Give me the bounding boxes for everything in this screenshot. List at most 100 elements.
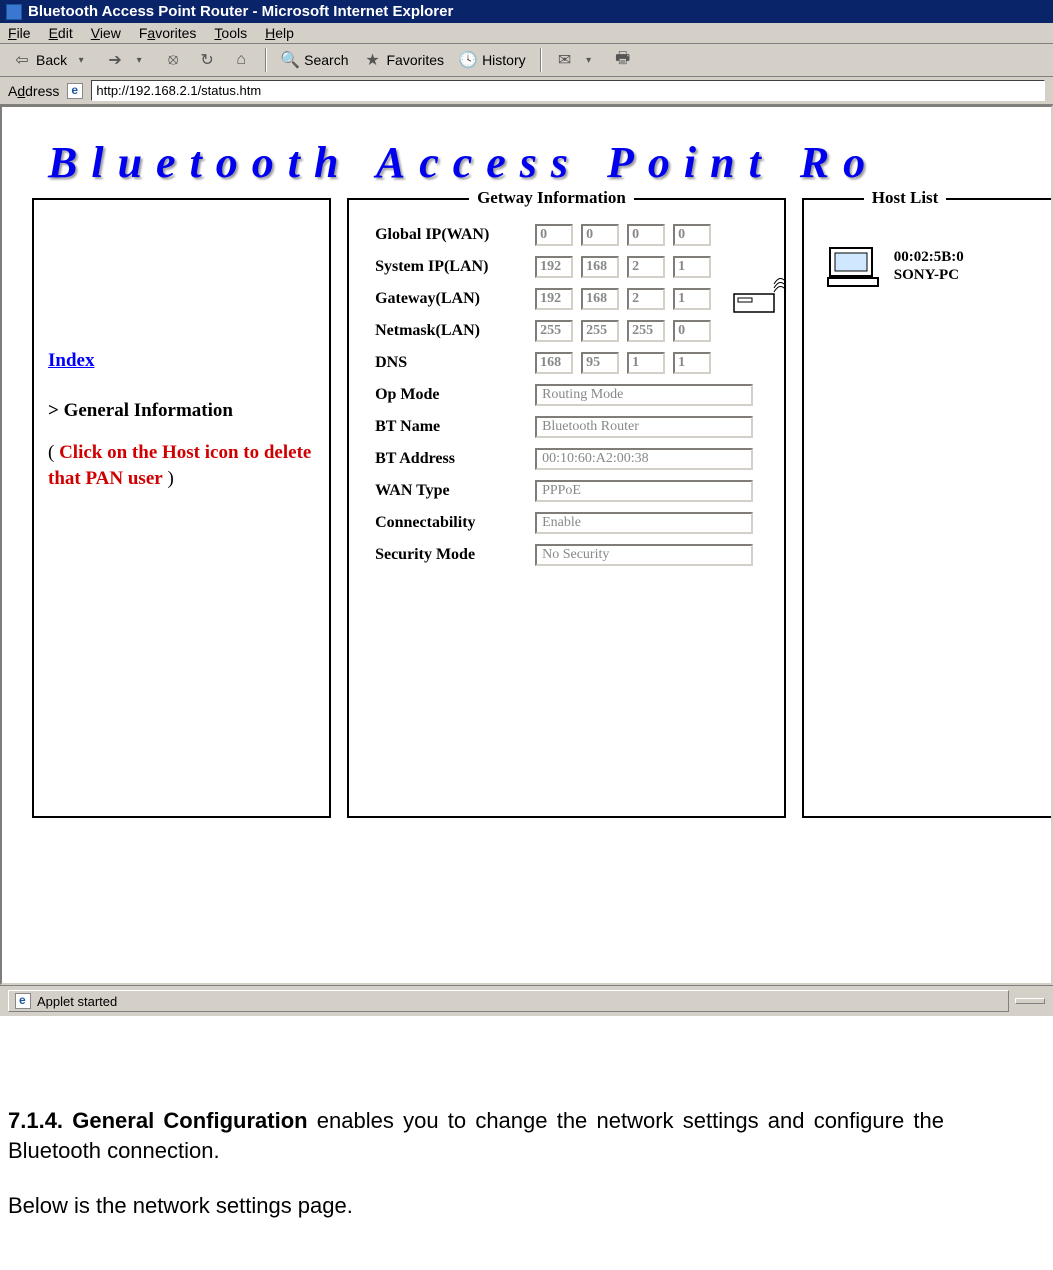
bt-name-field: [535, 416, 753, 438]
system-ip-label: System IP(LAN): [375, 258, 525, 276]
global-ip-4: [673, 224, 711, 246]
host-name: SONY-PC: [894, 266, 964, 284]
global-ip-3: [627, 224, 665, 246]
address-bar: Address: [0, 77, 1053, 105]
status-text: Applet started: [37, 994, 117, 1009]
bt-name-label: BT Name: [375, 418, 525, 436]
browser-viewport: Bluetooth Access Point Ro Index > Genera…: [0, 105, 1053, 985]
forward-button[interactable]: ➔ ▾: [101, 48, 153, 72]
menu-help[interactable]: Help: [265, 25, 294, 41]
favorites-label: Favorites: [386, 52, 444, 68]
dropdown-icon[interactable]: ▾: [579, 50, 599, 70]
history-label: History: [482, 52, 526, 68]
back-button[interactable]: ⇦ Back ▾: [8, 48, 95, 72]
page-icon: [67, 83, 83, 99]
history-icon: 🕓: [458, 50, 478, 70]
search-button[interactable]: 🔍Search: [276, 48, 352, 72]
menu-file[interactable]: File: [8, 25, 31, 41]
status-bar: Applet started: [0, 985, 1053, 1016]
search-label: Search: [304, 52, 348, 68]
security-mode-label: Security Mode: [375, 546, 525, 564]
menu-bar: File Edit View Favorites Tools Help: [0, 23, 1053, 44]
dns-4: [673, 352, 711, 374]
netmask-3: [627, 320, 665, 342]
system-ip-2: [581, 256, 619, 278]
netmask-label: Netmask(LAN): [375, 322, 525, 340]
connectability-field: [535, 512, 753, 534]
dropdown-icon[interactable]: ▾: [71, 50, 91, 70]
host-mac: 00:02:5B:0: [894, 248, 964, 266]
history-button[interactable]: 🕓History: [454, 48, 530, 72]
global-ip-2: [581, 224, 619, 246]
gateway-ip-label: Gateway(LAN): [375, 290, 525, 308]
system-ip-4: [673, 256, 711, 278]
toolbar-separator: [265, 48, 266, 72]
menu-view[interactable]: View: [91, 25, 121, 41]
toolbar: ⇦ Back ▾ ➔ ▾ ⦻ ↻ ⌂ 🔍Search ★Favorites 🕓H…: [0, 44, 1053, 77]
dropdown-icon[interactable]: ▾: [129, 50, 149, 70]
netmask-2: [581, 320, 619, 342]
bt-address-field: [535, 448, 753, 470]
toolbar-separator: [540, 48, 541, 72]
print-icon: 🖶: [613, 50, 633, 70]
op-mode-label: Op Mode: [375, 386, 525, 404]
doc-heading: 7.1.4. General Configuration: [8, 1108, 308, 1133]
gateway-information-panel: Getway Information Global IP(WAN) Syste: [347, 198, 786, 818]
index-link[interactable]: Index: [48, 350, 315, 372]
general-information-heading: > General Information: [48, 400, 315, 422]
dns-label: DNS: [375, 354, 525, 372]
address-input[interactable]: [91, 80, 1045, 101]
home-icon: ⌂: [231, 50, 251, 70]
gateway-ip-2: [581, 288, 619, 310]
back-label: Back: [36, 52, 67, 68]
search-icon: 🔍: [280, 50, 300, 70]
gateway-ip-3: [627, 288, 665, 310]
host-item[interactable]: 00:02:5B:0 SONY-PC: [826, 244, 1041, 288]
address-label: Address: [8, 83, 59, 99]
ie-logo-icon: [6, 4, 22, 20]
security-mode-field: [535, 544, 753, 566]
page-banner: Bluetooth Access Point Ro: [2, 107, 1051, 198]
page-icon: [15, 993, 31, 1009]
menu-tools[interactable]: Tools: [214, 25, 247, 41]
computer-icon: [826, 244, 880, 288]
favorites-icon: ★: [362, 50, 382, 70]
doc-p2: Below is the network settings page.: [8, 1191, 944, 1221]
hint-text: ( Click on the Host icon to delete that …: [48, 440, 315, 491]
mail-icon: ✉: [555, 50, 575, 70]
window-title: Bluetooth Access Point Router - Microsof…: [28, 3, 453, 20]
host-list-panel: Host List 00:02:5B:0 SONY-PC: [802, 198, 1051, 818]
favorites-button[interactable]: ★Favorites: [358, 48, 448, 72]
dns-3: [627, 352, 665, 374]
netmask-4: [673, 320, 711, 342]
document-text: 7.1.4. General Configuration enables you…: [0, 1016, 980, 1221]
stop-button[interactable]: ⦻: [159, 48, 187, 72]
dns-1: [535, 352, 573, 374]
dns-2: [581, 352, 619, 374]
menu-edit[interactable]: Edit: [49, 25, 73, 41]
forward-arrow-icon: ➔: [105, 50, 125, 70]
system-ip-1: [535, 256, 573, 278]
refresh-button[interactable]: ↻: [193, 48, 221, 72]
gateway-legend: Getway Information: [469, 188, 634, 208]
mail-button[interactable]: ✉▾: [551, 48, 603, 72]
wan-type-field: [535, 480, 753, 502]
host-list-legend: Host List: [864, 188, 947, 208]
status-cell-extra: [1015, 998, 1045, 1004]
home-button[interactable]: ⌂: [227, 48, 255, 72]
op-mode-field: [535, 384, 753, 406]
gateway-ip-4: [673, 288, 711, 310]
gateway-ip-1: [535, 288, 573, 310]
menu-favorites[interactable]: Favorites: [139, 25, 197, 41]
bt-address-label: BT Address: [375, 450, 525, 468]
router-icon: [732, 270, 788, 316]
connectability-label: Connectability: [375, 514, 525, 532]
refresh-icon: ↻: [197, 50, 217, 70]
stop-icon: ⦻: [163, 50, 183, 70]
sidebar-panel: Index > General Information ( Click on t…: [32, 198, 331, 818]
print-button[interactable]: 🖶: [609, 48, 637, 72]
global-ip-1: [535, 224, 573, 246]
back-arrow-icon: ⇦: [12, 50, 32, 70]
window-titlebar: Bluetooth Access Point Router - Microsof…: [0, 0, 1053, 23]
wan-type-label: WAN Type: [375, 482, 525, 500]
